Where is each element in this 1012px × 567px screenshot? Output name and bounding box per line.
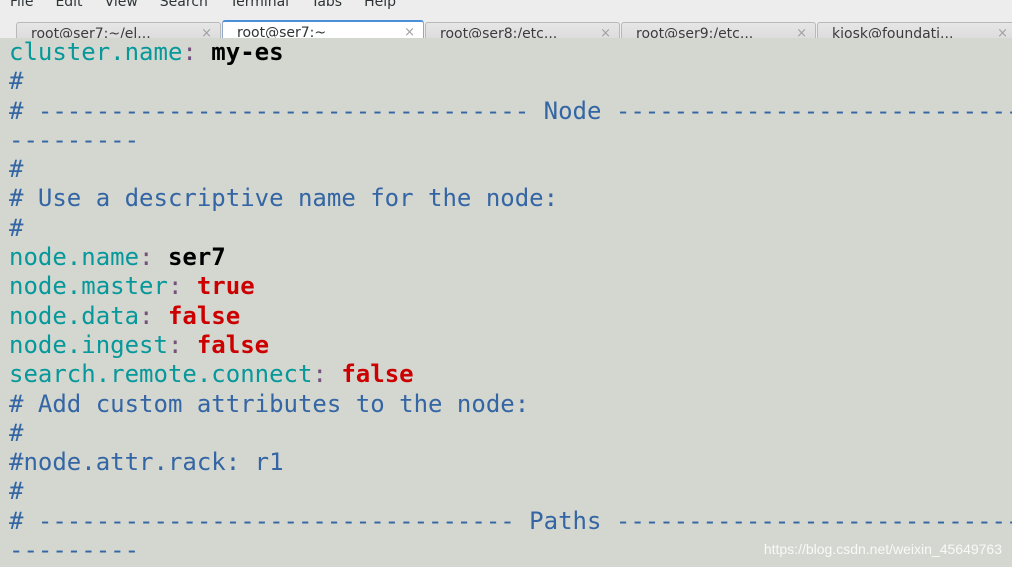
- comment-line: #node.attr.rack: r1: [9, 448, 1012, 477]
- menu-view[interactable]: View: [105, 0, 138, 10]
- comment-text: #: [9, 477, 24, 506]
- config-value: false: [341, 360, 414, 389]
- menu-tabs[interactable]: Tabs: [311, 0, 342, 10]
- config-line: node.data: false: [9, 302, 1012, 331]
- config-line: cluster.name: my-es: [9, 38, 1012, 67]
- comment-text: # Add custom attributes to the node:: [9, 389, 530, 418]
- tab-bar: root@ser7:~/el... × root@ser7:~ × root@s…: [0, 18, 1012, 40]
- comment-text: ---------: [9, 125, 140, 154]
- config-value: false: [196, 330, 270, 359]
- comment-line: #: [9, 155, 1012, 184]
- config-line: node.name: ser7: [9, 243, 1012, 272]
- config-key: node.name: [9, 243, 140, 272]
- comment-text: # ---------------------------------- Nod…: [9, 96, 1012, 125]
- config-line: node.master: true: [9, 272, 1012, 301]
- config-key: node.master: [9, 272, 168, 301]
- tab-root-ser7-home[interactable]: root@ser7:~ ×: [222, 20, 424, 40]
- menu-terminal[interactable]: Terminal: [230, 0, 289, 10]
- comment-text: #: [9, 418, 24, 447]
- comment-text: #node.attr.rack: r1: [9, 448, 284, 477]
- menu-help[interactable]: Help: [364, 0, 396, 10]
- comment-text: #: [9, 155, 24, 184]
- config-key: node.data: [9, 301, 140, 330]
- config-separator: :: [139, 243, 168, 272]
- comment-line: # ---------------------------------- Nod…: [9, 97, 1012, 126]
- comment-line: #: [9, 214, 1012, 243]
- comment-text: # --------------------------------- Path…: [9, 506, 1012, 535]
- comment-line: #: [9, 419, 1012, 448]
- config-separator: :: [312, 360, 342, 389]
- config-value: ser7: [167, 243, 226, 272]
- comment-line: # Use a descriptive name for the node:: [9, 184, 1012, 213]
- config-line: node.ingest: false: [9, 331, 1012, 360]
- comment-line: #: [9, 67, 1012, 96]
- comment-text: ---------: [9, 536, 140, 565]
- config-key: node.ingest: [9, 330, 168, 359]
- menu-search[interactable]: Search: [160, 0, 208, 10]
- config-key: cluster.name: [9, 38, 183, 66]
- config-separator: :: [182, 38, 212, 66]
- comment-line: #: [9, 477, 1012, 506]
- comment-text: #: [9, 213, 24, 242]
- config-separator: :: [139, 301, 168, 330]
- menu-file[interactable]: File: [10, 0, 33, 10]
- config-line: search.remote.connect: false: [9, 360, 1012, 389]
- comment-text: # Use a descriptive name for the node:: [9, 184, 559, 213]
- config-value: my-es: [211, 38, 284, 66]
- config-separator: :: [167, 272, 197, 301]
- menu-edit[interactable]: Edit: [55, 0, 82, 10]
- config-value: false: [167, 301, 241, 330]
- config-key: search.remote.connect: [9, 360, 313, 389]
- menu-bar: File Edit View Search Terminal Tabs Help: [0, 0, 1012, 12]
- comment-line: # --------------------------------- Path…: [9, 507, 1012, 536]
- config-separator: :: [167, 330, 197, 359]
- terminal-output[interactable]: cluster.name: my-es # # ------------------…: [0, 38, 1012, 567]
- watermark: https://blog.csdn.net/weixin_45649763: [763, 541, 1002, 557]
- comment-line: # Add custom attributes to the node:: [9, 390, 1012, 419]
- comment-text: #: [9, 67, 24, 96]
- comment-line: ---------: [9, 126, 1012, 155]
- config-value: true: [196, 272, 255, 301]
